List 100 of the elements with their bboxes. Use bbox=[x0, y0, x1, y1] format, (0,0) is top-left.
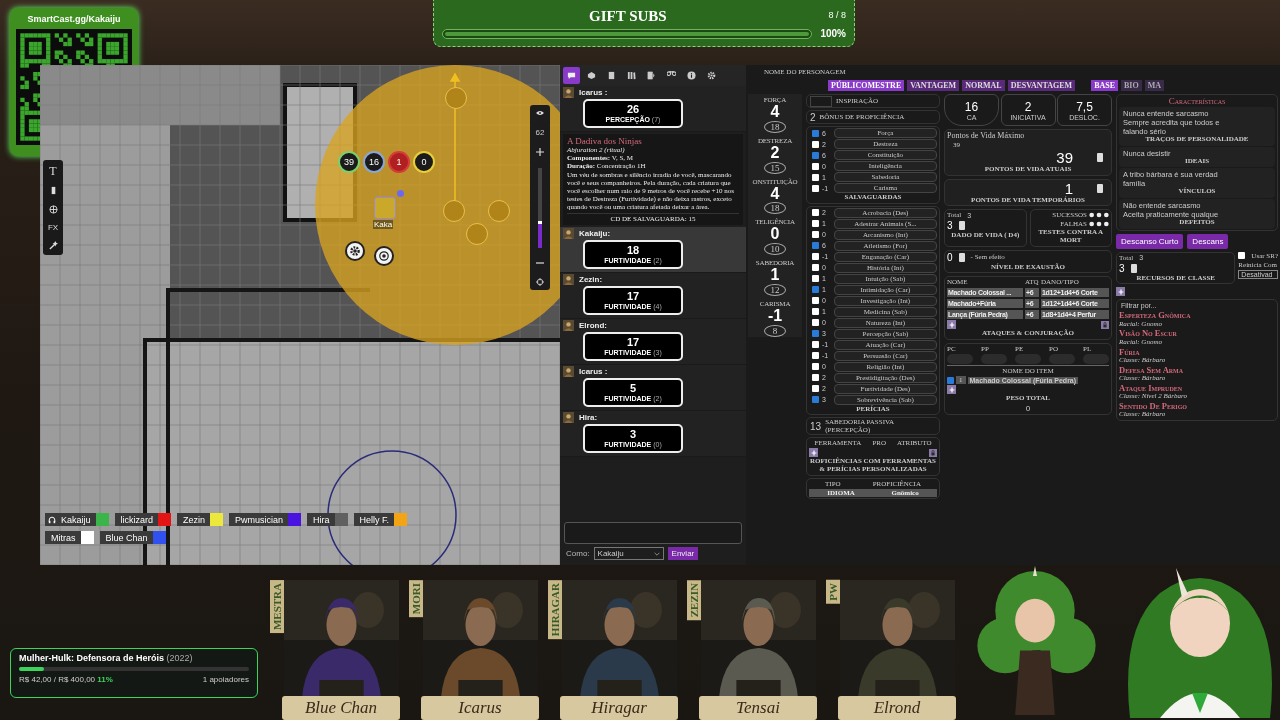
checkbox[interactable] bbox=[812, 385, 819, 393]
checkbox[interactable] bbox=[812, 396, 819, 404]
avatar-icon bbox=[563, 412, 574, 424]
feature-name[interactable]: Visão No Escur bbox=[1119, 329, 1275, 339]
coin-field[interactable] bbox=[947, 354, 973, 365]
checkbox[interactable] bbox=[812, 140, 819, 148]
failure-circles[interactable] bbox=[1089, 221, 1109, 228]
ability-modifier[interactable]: -1 bbox=[767, 308, 783, 325]
feature-name[interactable]: Esperteza Gnômica bbox=[1119, 311, 1275, 321]
journal-icon bbox=[607, 71, 616, 80]
crosshair-icon[interactable] bbox=[536, 277, 544, 286]
checkbox[interactable] bbox=[812, 220, 819, 228]
chat-tab[interactable] bbox=[563, 67, 580, 84]
roll-mode-button[interactable]: VANTAGEM bbox=[907, 80, 960, 91]
checkbox[interactable] bbox=[812, 184, 819, 192]
spinner[interactable] bbox=[1130, 263, 1137, 273]
lock-icon[interactable] bbox=[1101, 320, 1109, 329]
plus-icon[interactable] bbox=[536, 148, 544, 157]
feature-name[interactable]: Fúria bbox=[1119, 347, 1275, 357]
resource-value[interactable]: 3 bbox=[1119, 262, 1125, 274]
sheet-tab[interactable]: BIO bbox=[1121, 80, 1142, 91]
lock-icon[interactable] bbox=[929, 448, 937, 457]
hit-dice-value[interactable]: 3 bbox=[947, 220, 953, 232]
globe-icon[interactable] bbox=[48, 205, 58, 214]
checkbox[interactable] bbox=[812, 173, 819, 181]
checkbox[interactable] bbox=[812, 319, 819, 327]
checkbox[interactable] bbox=[812, 330, 819, 338]
ability-modifier[interactable]: 0 bbox=[770, 226, 780, 244]
feature-name[interactable]: Ataque Impruden bbox=[1119, 383, 1275, 393]
add-button[interactable] bbox=[1116, 287, 1125, 297]
fx-tool[interactable]: FX bbox=[47, 223, 59, 232]
player-tag[interactable]: Mitras bbox=[45, 531, 94, 544]
ability-modifier[interactable]: 4 bbox=[770, 185, 780, 203]
checkbox[interactable] bbox=[812, 363, 819, 371]
checkbox[interactable] bbox=[812, 129, 819, 137]
checkbox[interactable] bbox=[812, 231, 819, 239]
coin-field[interactable] bbox=[1015, 354, 1041, 365]
checkbox[interactable] bbox=[812, 352, 819, 360]
checkbox[interactable] bbox=[812, 275, 819, 283]
checkbox[interactable] bbox=[812, 308, 819, 316]
player-tag[interactable]: Zezin bbox=[177, 513, 224, 526]
jukebox-icon bbox=[647, 71, 656, 80]
wand-icon[interactable] bbox=[48, 241, 58, 251]
send-button[interactable]: Enviar bbox=[667, 547, 699, 560]
text-tool[interactable]: T bbox=[49, 164, 57, 177]
checkbox[interactable] bbox=[812, 253, 819, 261]
roll-total: 18 bbox=[626, 245, 640, 257]
player-tag[interactable]: lickizard bbox=[114, 513, 172, 526]
roll-mode-button[interactable]: DESVANTAGEM bbox=[1007, 80, 1076, 91]
rest-button[interactable]: Descanso Curto bbox=[1116, 233, 1184, 249]
sheet-tab[interactable]: BASE bbox=[1091, 80, 1119, 91]
checkbox[interactable] bbox=[947, 376, 954, 384]
inspiration-field[interactable] bbox=[810, 95, 832, 107]
checkbox[interactable] bbox=[812, 341, 819, 349]
feature-name[interactable]: Defesa Sem Arma bbox=[1119, 365, 1275, 375]
feature-name[interactable]: Sentido De Perigo bbox=[1119, 401, 1275, 411]
max-hp-label: Pontos de Vida Máximo bbox=[947, 131, 1026, 140]
checkbox[interactable] bbox=[812, 162, 819, 170]
speak-as-dropdown[interactable]: Kakaiju bbox=[593, 547, 664, 560]
ability-modifier[interactable]: 4 bbox=[770, 104, 780, 121]
checkbox[interactable] bbox=[812, 286, 819, 294]
spinner[interactable] bbox=[1097, 183, 1103, 193]
player-tag[interactable]: Pwmusician bbox=[229, 513, 302, 526]
spinner[interactable] bbox=[958, 221, 965, 231]
rest-button[interactable]: Descans bbox=[1187, 233, 1229, 249]
sheet-tab[interactable]: MA bbox=[1144, 80, 1165, 91]
roll-mode-button[interactable]: PÚBLICOMESTRE bbox=[828, 80, 905, 91]
checkbox[interactable] bbox=[812, 264, 819, 272]
eye-icon[interactable] bbox=[536, 109, 544, 117]
checkbox[interactable] bbox=[812, 209, 819, 217]
spinner[interactable] bbox=[958, 252, 965, 262]
coin-field[interactable] bbox=[1083, 354, 1109, 365]
ability-modifier[interactable]: 1 bbox=[770, 267, 780, 284]
name-scroll: Blue Chan bbox=[282, 696, 400, 720]
checkbox[interactable] bbox=[812, 151, 819, 159]
checkbox[interactable] bbox=[1238, 252, 1246, 260]
checkbox[interactable] bbox=[812, 242, 819, 250]
checkbox[interactable] bbox=[812, 374, 819, 382]
chat-input[interactable] bbox=[564, 522, 742, 544]
zoom-slider[interactable] bbox=[538, 167, 542, 248]
roll-mode-button[interactable]: NORMAL bbox=[962, 80, 1005, 91]
speaker-name: Icarus : bbox=[579, 367, 608, 377]
player-tag: MESTRA bbox=[270, 580, 284, 634]
add-button[interactable] bbox=[947, 385, 956, 395]
player-tag[interactable]: Hira bbox=[307, 513, 348, 526]
temp-hp-value[interactable]: 1 bbox=[1064, 180, 1073, 196]
add-button[interactable] bbox=[809, 448, 818, 458]
chat-icon bbox=[567, 71, 576, 80]
coin-field[interactable] bbox=[981, 354, 1007, 365]
roll-total: 5 bbox=[629, 383, 637, 395]
checkbox[interactable] bbox=[812, 297, 819, 305]
player-tag[interactable]: Helly F. bbox=[353, 513, 408, 526]
player-tag[interactable]: Blue Chan bbox=[99, 531, 166, 544]
coin-field[interactable] bbox=[1049, 354, 1075, 365]
qr-caption: SmartCast.gg/Kakaiju bbox=[27, 14, 121, 24]
player-tag[interactable]: Kakaiju bbox=[45, 513, 109, 526]
add-button[interactable] bbox=[947, 320, 956, 330]
current-hp-value[interactable]: 39 bbox=[1056, 150, 1073, 165]
ability-modifier[interactable]: 2 bbox=[770, 144, 780, 162]
success-circles[interactable] bbox=[1089, 212, 1109, 219]
